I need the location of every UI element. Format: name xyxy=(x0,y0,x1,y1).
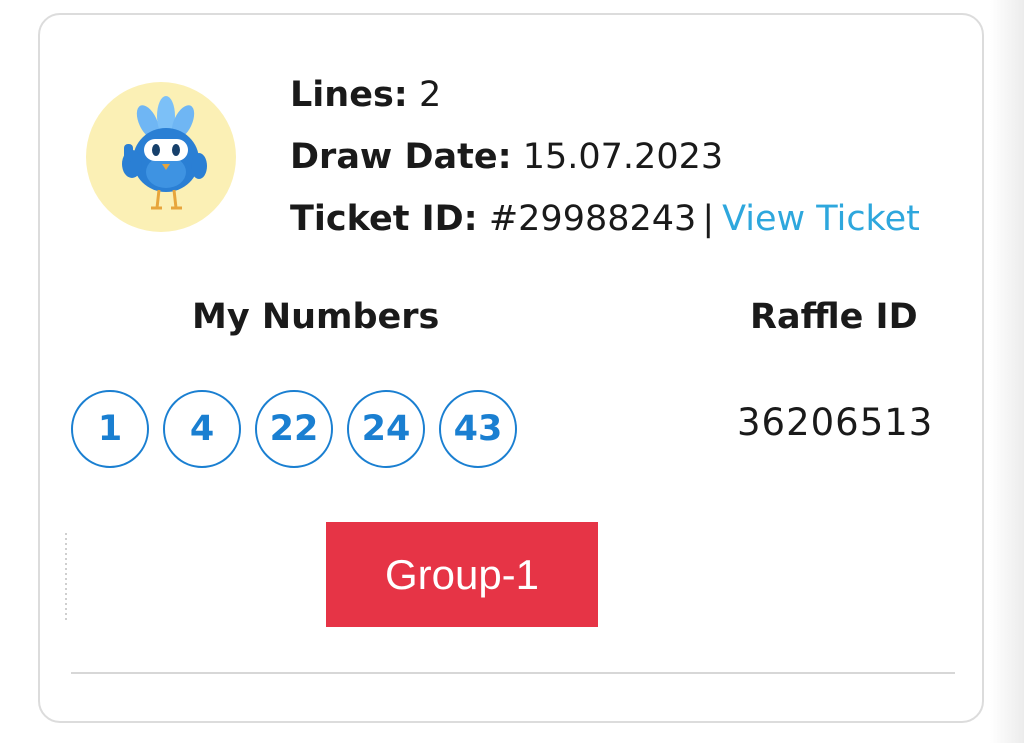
group-button[interactable]: Group-1 xyxy=(326,522,598,627)
lines-value: 2 xyxy=(418,75,442,115)
draw-date-label: Draw Date: xyxy=(290,137,512,177)
ticket-id-value: #29988243 xyxy=(488,199,697,239)
view-ticket-link[interactable]: View Ticket xyxy=(722,199,920,239)
raffle-id-heading: Raffle ID xyxy=(750,297,918,337)
number-ball: 1 xyxy=(71,390,149,468)
draw-date-row: Draw Date: 15.07.2023 xyxy=(290,133,920,195)
number-ball: 24 xyxy=(347,390,425,468)
page: Lines: 2 Draw Date: 15.07.2023 Ticket ID… xyxy=(0,0,1024,743)
lines-row: Lines: 2 xyxy=(290,71,920,133)
ticket-card: Lines: 2 Draw Date: 15.07.2023 Ticket ID… xyxy=(38,13,984,723)
raffle-id-value: 36206513 xyxy=(737,401,934,444)
draw-date-value: 15.07.2023 xyxy=(522,137,724,177)
number-ball: 43 xyxy=(439,390,517,468)
number-ball: 22 xyxy=(255,390,333,468)
ticket-info: Lines: 2 Draw Date: 15.07.2023 Ticket ID… xyxy=(290,71,920,257)
divider-mark xyxy=(65,533,67,623)
lines-label: Lines: xyxy=(290,75,408,115)
separator: | xyxy=(702,199,715,239)
ticket-id-label: Ticket ID: xyxy=(290,199,478,239)
ticket-id-row: Ticket ID: #29988243 | View Ticket xyxy=(290,195,920,257)
number-ball: 4 xyxy=(163,390,241,468)
numbers-list: 1 4 22 24 43 xyxy=(71,390,517,468)
divider xyxy=(71,672,955,674)
my-numbers-heading: My Numbers xyxy=(192,297,440,337)
mascot-bird-icon xyxy=(86,82,236,232)
